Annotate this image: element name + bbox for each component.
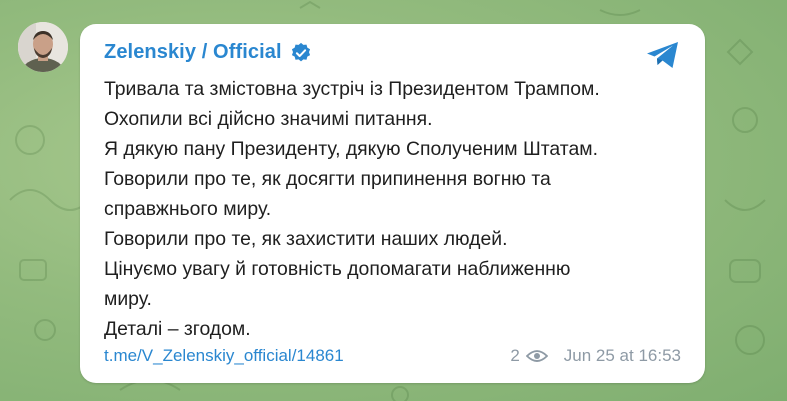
message-header: Zelenskiy / Official [104, 41, 312, 64]
message-meta: 2 Jun 25 at 16:53 [510, 346, 681, 366]
post-link[interactable]: t.me/V_Zelenskiy_official/14861 [104, 346, 344, 366]
message-line: Говорили про те, як захистити наших люде… [104, 228, 508, 250]
message-card: Zelenskiy / Official Тривала та змістовн… [80, 24, 705, 383]
message-line: справжнього миру. [104, 198, 272, 220]
message-line: миру. [104, 288, 152, 310]
profile-photo-icon [18, 22, 68, 72]
message-line: Цінуємо увагу й готовність допомагати на… [104, 258, 571, 280]
channel-avatar[interactable] [18, 22, 68, 72]
eye-icon [525, 350, 548, 362]
message-line: Тривала та змістовна зустріч із Президен… [104, 78, 600, 100]
message-line: Охопили всі дійсно значимі питання. [104, 108, 433, 130]
verified-badge-icon [291, 42, 310, 61]
channel-name[interactable]: Zelenskiy / Official [104, 41, 282, 64]
message-line: Я дякую пану Президенту, дякую Сполучени… [104, 138, 598, 160]
telegram-plane-icon[interactable] [645, 40, 681, 70]
message-line: Деталі – згодом. [104, 318, 251, 340]
message-line: Говорили про те, як досягти припинення в… [104, 168, 551, 190]
message-text: Тривала та змістовна зустріч із Президен… [104, 74, 689, 344]
timestamp: Jun 25 at 16:53 [563, 346, 681, 365]
message-footer: t.me/V_Zelenskiy_official/14861 2 Jun 25… [104, 344, 681, 368]
view-count: 2 [510, 346, 520, 365]
